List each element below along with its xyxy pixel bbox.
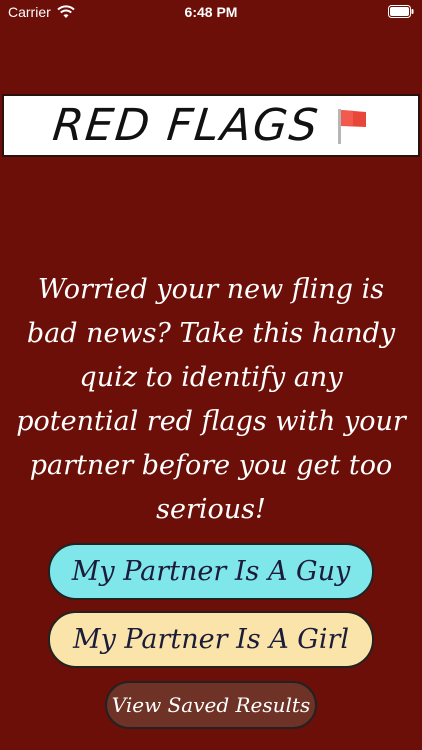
status-bar: Carrier 6:48 PM: [0, 0, 422, 24]
status-time: 6:48 PM: [184, 4, 238, 20]
view-saved-results-button[interactable]: View Saved Results: [105, 681, 317, 729]
title-banner: RED FLAGS: [2, 94, 420, 157]
partner-girl-button[interactable]: My Partner Is A Girl: [48, 611, 374, 668]
red-flag-icon: [338, 108, 367, 144]
intro-text: Worried your new fling is bad news? Take…: [16, 274, 406, 525]
app-title: RED FLAGS: [50, 100, 322, 151]
partner-guy-button[interactable]: My Partner Is A Guy: [48, 543, 374, 600]
battery-icon: [388, 5, 414, 18]
